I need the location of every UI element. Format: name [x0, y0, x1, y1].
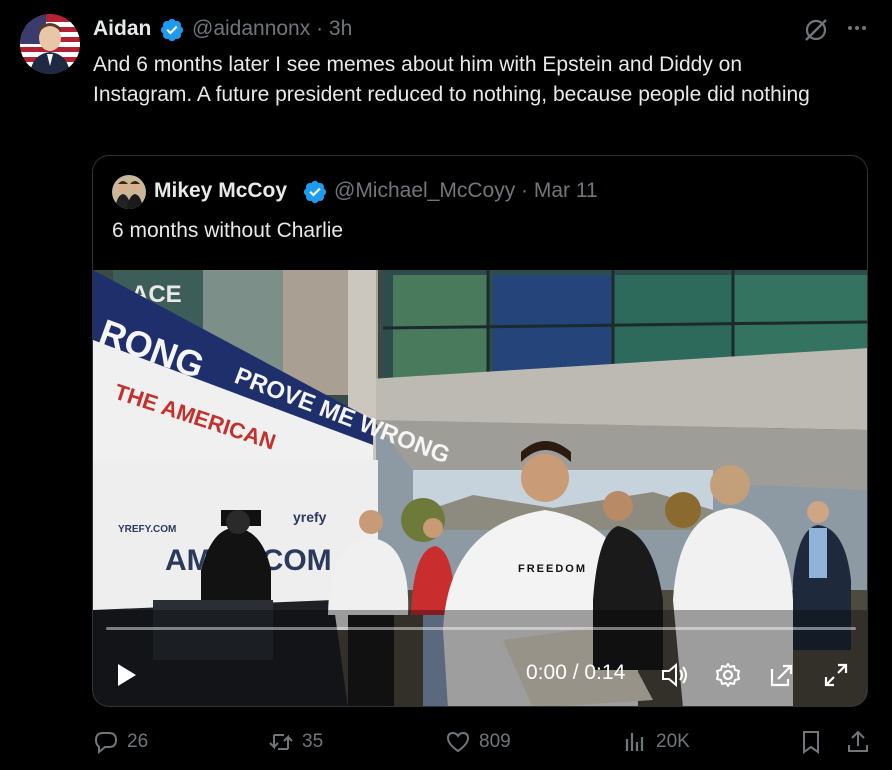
tweet-action-bar: 26 35 809 20K	[0, 725, 892, 765]
verified-badge-icon	[302, 179, 328, 205]
video-time: 0:00 / 0:14	[526, 661, 626, 684]
repost-button[interactable]: 35	[268, 725, 323, 759]
repost-icon	[269, 734, 293, 750]
tweet-text: And 6 months later I see memes about him…	[93, 53, 810, 106]
quoted-author-name[interactable]: Mikey McCoy	[154, 179, 287, 203]
fullscreen-icon[interactable]	[821, 660, 851, 690]
like-button[interactable]: 809	[445, 725, 511, 759]
author-avatar[interactable]	[20, 14, 80, 74]
quoted-author-handle-time[interactable]: @Michael_McCoyy · Mar 11	[334, 179, 598, 203]
quoted-author-avatar[interactable]	[112, 175, 146, 209]
reply-icon	[94, 732, 118, 755]
views-count: 20K	[656, 731, 690, 752]
share-icon	[848, 730, 868, 752]
heart-icon	[446, 731, 470, 753]
volume-icon[interactable]	[659, 660, 689, 690]
views-button[interactable]: 20K	[622, 725, 690, 759]
bookmark-button[interactable]	[798, 725, 832, 759]
video-player[interactable]: ACE RONG PROVE ME WRONG THE AMERICAN yre…	[93, 270, 867, 706]
video-progress-bar[interactable]	[106, 627, 856, 630]
quoted-tweet-text: 6 months without Charlie	[112, 219, 344, 242]
scene-shirt-text: FREEDOM	[518, 563, 587, 575]
scene-booth-brand: yrefy	[293, 509, 327, 525]
reply-button[interactable]: 26	[93, 725, 148, 759]
play-icon[interactable]	[113, 662, 139, 688]
share-button[interactable]	[845, 725, 879, 759]
verified-badge-icon	[159, 17, 185, 43]
more-options-icon[interactable]	[845, 16, 869, 40]
author-name[interactable]: Aidan	[93, 17, 151, 41]
views-chart-icon	[625, 733, 644, 751]
video-frame: ACE RONG PROVE ME WRONG THE AMERICAN yre…	[93, 270, 867, 706]
quoted-tweet[interactable]: Mikey McCoy @Michael_McCoyy · Mar 11 6 m…	[92, 155, 868, 707]
bookmark-icon	[803, 731, 819, 754]
scene-booth-site: YREFY.COM	[118, 524, 176, 535]
author-handle-time[interactable]: @aidannonx · 3h	[192, 17, 352, 41]
like-count: 809	[479, 731, 511, 752]
settings-gear-icon[interactable]	[713, 660, 743, 690]
grok-icon[interactable]	[803, 17, 829, 43]
repost-count: 35	[302, 731, 324, 752]
picture-in-picture-icon[interactable]	[767, 660, 797, 690]
reply-count: 26	[127, 731, 149, 752]
